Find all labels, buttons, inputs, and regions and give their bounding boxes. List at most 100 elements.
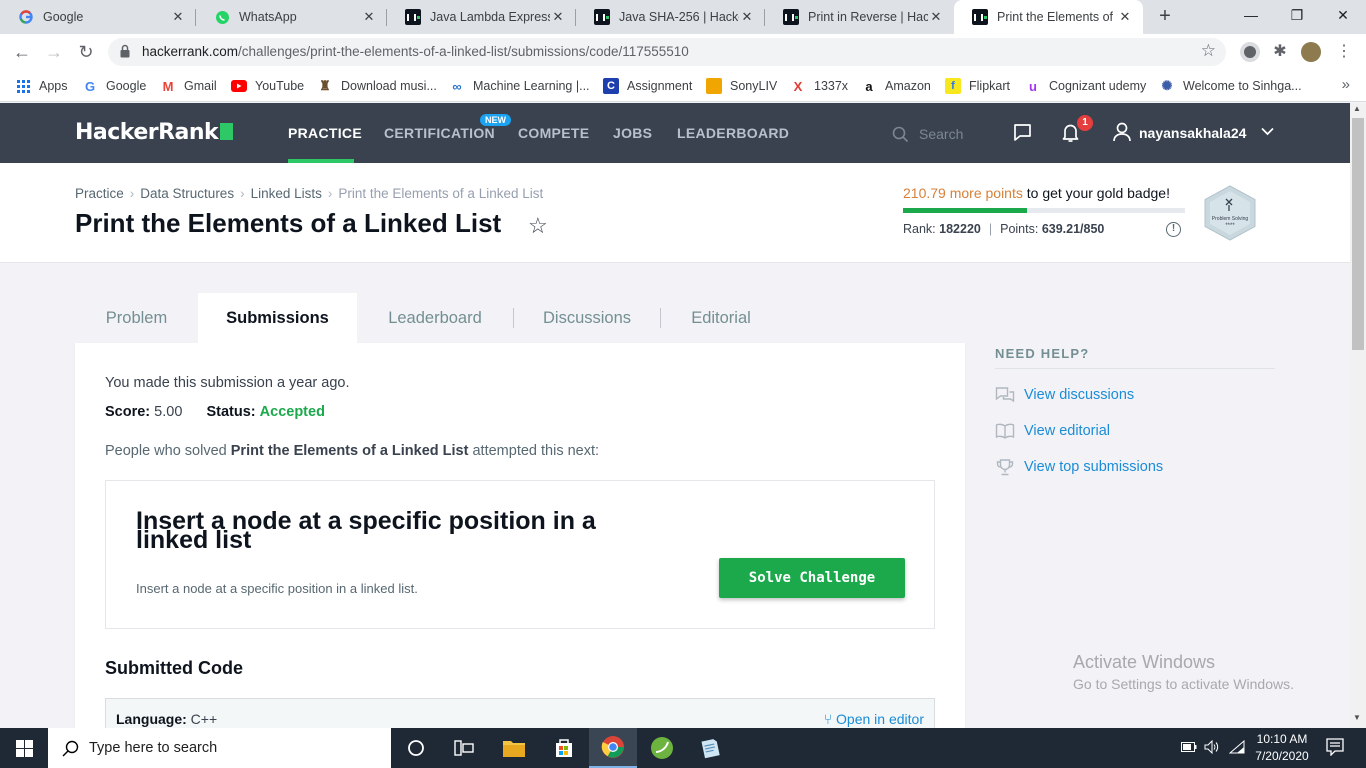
nav-jobs[interactable]: JOBS: [613, 125, 652, 141]
lock-icon: [120, 44, 130, 58]
close-icon[interactable]: ✕: [739, 9, 755, 25]
tab-submissions[interactable]: Submissions: [198, 293, 357, 343]
wifi-icon[interactable]: [1228, 739, 1245, 757]
browser-tab-print-reverse[interactable]: Print in Reverse | Hacke ✕: [765, 0, 954, 34]
nav-leaderboard[interactable]: LEADERBOARD: [677, 125, 789, 141]
task-view-icon[interactable]: [440, 728, 488, 768]
nav-practice[interactable]: PRACTICE: [288, 125, 362, 141]
bookmark-google[interactable]: G Google: [82, 76, 146, 96]
problem-solving-badge[interactable]: Problem Solving ****: [1203, 185, 1257, 241]
forward-arrow-icon[interactable]: →: [42, 40, 66, 64]
puzzle-icon[interactable]: ✱: [1270, 42, 1290, 62]
scroll-down-arrow-icon[interactable]: ▼: [1353, 713, 1361, 722]
flipkart-icon: f: [945, 78, 961, 94]
scroll-up-arrow-icon[interactable]: ▲: [1353, 104, 1361, 113]
bookmark-apps[interactable]: Apps: [15, 76, 68, 96]
breadcrumb-data-structures[interactable]: Data Structures: [140, 186, 234, 201]
spring-tool-icon[interactable]: [638, 728, 686, 768]
avatar[interactable]: [1301, 42, 1321, 62]
browser-tab-java-sha[interactable]: Java SHA-256 | HackerR ✕: [576, 0, 765, 34]
view-discussions-link[interactable]: View discussions: [995, 385, 1134, 405]
browser-tab-java-lambda[interactable]: Java Lambda Expression ✕: [387, 0, 576, 34]
search-input[interactable]: Search: [892, 123, 963, 145]
bookmark-cognizant-udemy[interactable]: u Cognizant udemy: [1025, 76, 1146, 96]
bookmark-flipkart[interactable]: f Flipkart: [945, 76, 1010, 96]
bookmark-sinhgad[interactable]: ✺ Welcome to Sinhga...: [1159, 76, 1302, 96]
bookmark-assignment[interactable]: C Assignment: [603, 76, 692, 96]
microsoft-store-icon[interactable]: [540, 728, 588, 768]
bookmark-machine-learning[interactable]: ∞ Machine Learning |...: [449, 76, 589, 96]
tab-leaderboard[interactable]: Leaderboard: [357, 293, 513, 343]
info-icon[interactable]: !: [1166, 222, 1181, 237]
bookmark-star-icon[interactable]: ☆: [528, 213, 548, 239]
solve-challenge-button[interactable]: Solve Challenge: [719, 558, 905, 598]
tab-discussions[interactable]: Discussions: [514, 293, 660, 343]
back-arrow-icon[interactable]: ←: [10, 40, 34, 64]
bookmark-download-music[interactable]: ♜ Download musi...: [317, 76, 437, 96]
chevron-double-right-icon[interactable]: »: [1342, 76, 1350, 93]
restore-button[interactable]: ❐: [1274, 0, 1320, 32]
breadcrumb-linked-lists[interactable]: Linked Lists: [251, 186, 322, 201]
book-icon: [995, 423, 1015, 439]
clock-date: 7/20/2020: [1255, 749, 1309, 763]
chat-icon[interactable]: [1013, 123, 1032, 142]
gold-badge-progress-text: 210.79 more points to get your gold badg…: [903, 185, 1170, 201]
open-in-editor-link[interactable]: ⑂ Open in editor: [824, 711, 924, 727]
bookmark-sonyliv[interactable]: SonyLIV: [706, 76, 777, 96]
volume-icon[interactable]: [1204, 739, 1220, 757]
college-icon: ✺: [1161, 78, 1173, 93]
browser-tab-whatsapp[interactable]: WhatsApp ✕: [196, 0, 387, 34]
tab-editorial[interactable]: Editorial: [661, 293, 781, 343]
windows-start-button[interactable]: [0, 728, 48, 768]
minimize-button[interactable]: —: [1228, 0, 1274, 32]
hackerrank-icon: [972, 9, 988, 25]
hackerrank-logo[interactable]: HackerRank: [75, 120, 234, 145]
chevron-down-icon[interactable]: [1261, 127, 1274, 136]
tab-problem[interactable]: Problem: [75, 293, 198, 343]
search-icon: [892, 126, 909, 142]
username-menu[interactable]: nayansakhala24: [1139, 125, 1246, 141]
address-bar[interactable]: hackerrank.com/challenges/print-the-elem…: [108, 38, 1226, 66]
taskbar-search-input[interactable]: Type here to search: [48, 728, 391, 768]
scrollbar-thumb[interactable]: [1352, 118, 1364, 350]
close-icon[interactable]: ✕: [550, 9, 566, 25]
close-icon[interactable]: ✕: [170, 9, 186, 25]
breadcrumb-practice[interactable]: Practice: [75, 186, 124, 201]
new-tab-button[interactable]: +: [1152, 4, 1178, 30]
file-explorer-icon[interactable]: [490, 728, 538, 768]
browser-tab-google[interactable]: Google ✕: [0, 0, 196, 34]
extension-icon[interactable]: [1240, 42, 1260, 62]
nav-compete[interactable]: COMPETE: [518, 125, 589, 141]
menu-dots-icon[interactable]: ⋮: [1334, 42, 1354, 62]
tab-title: Google: [43, 10, 84, 24]
bookmark-youtube[interactable]: YouTube: [231, 76, 304, 96]
chrome-taskbar-icon[interactable]: [589, 728, 637, 768]
next-challenge-card: Insert a node at a specific position in …: [105, 480, 935, 629]
reload-icon[interactable]: ↻: [74, 40, 98, 64]
close-window-button[interactable]: ✕: [1320, 0, 1366, 32]
nav-certification[interactable]: CERTIFICATION: [384, 125, 495, 141]
cortana-icon[interactable]: [392, 728, 440, 768]
battery-icon[interactable]: [1181, 740, 1197, 755]
browser-tab-print-elements[interactable]: Print the Elements of a ✕: [954, 0, 1143, 34]
view-editorial-link[interactable]: View editorial: [995, 421, 1110, 441]
score-status-line: Score: 5.00 Status: Accepted: [105, 404, 325, 420]
bookmarks-bar: Apps G Google M Gmail YouTube ♜ Download mu…: [0, 70, 1366, 102]
google-icon: G: [84, 78, 96, 94]
action-center-icon[interactable]: [1326, 738, 1344, 759]
close-icon[interactable]: ✕: [928, 9, 944, 25]
bookmark-star-icon[interactable]: ☆: [1201, 41, 1216, 61]
svg-text:****: ****: [1225, 223, 1235, 229]
user-icon[interactable]: [1113, 122, 1131, 142]
submitted-code-heading: Submitted Code: [105, 658, 243, 678]
bookmark-amazon[interactable]: a Amazon: [861, 76, 930, 96]
view-top-submissions-link[interactable]: View top submissions: [995, 457, 1163, 477]
close-icon[interactable]: ✕: [1117, 9, 1133, 25]
language-label: Language: C++: [116, 711, 218, 727]
bookmark-1337x[interactable]: X 1337x: [790, 76, 848, 96]
next-challenge-title[interactable]: Insert a node at a specific position in …: [136, 509, 656, 553]
bookmark-gmail[interactable]: M Gmail: [160, 76, 217, 96]
system-clock[interactable]: 10:10 AM 7/20/2020: [1250, 731, 1314, 765]
close-icon[interactable]: ✕: [361, 9, 377, 25]
notepad-app-icon[interactable]: [686, 728, 734, 768]
